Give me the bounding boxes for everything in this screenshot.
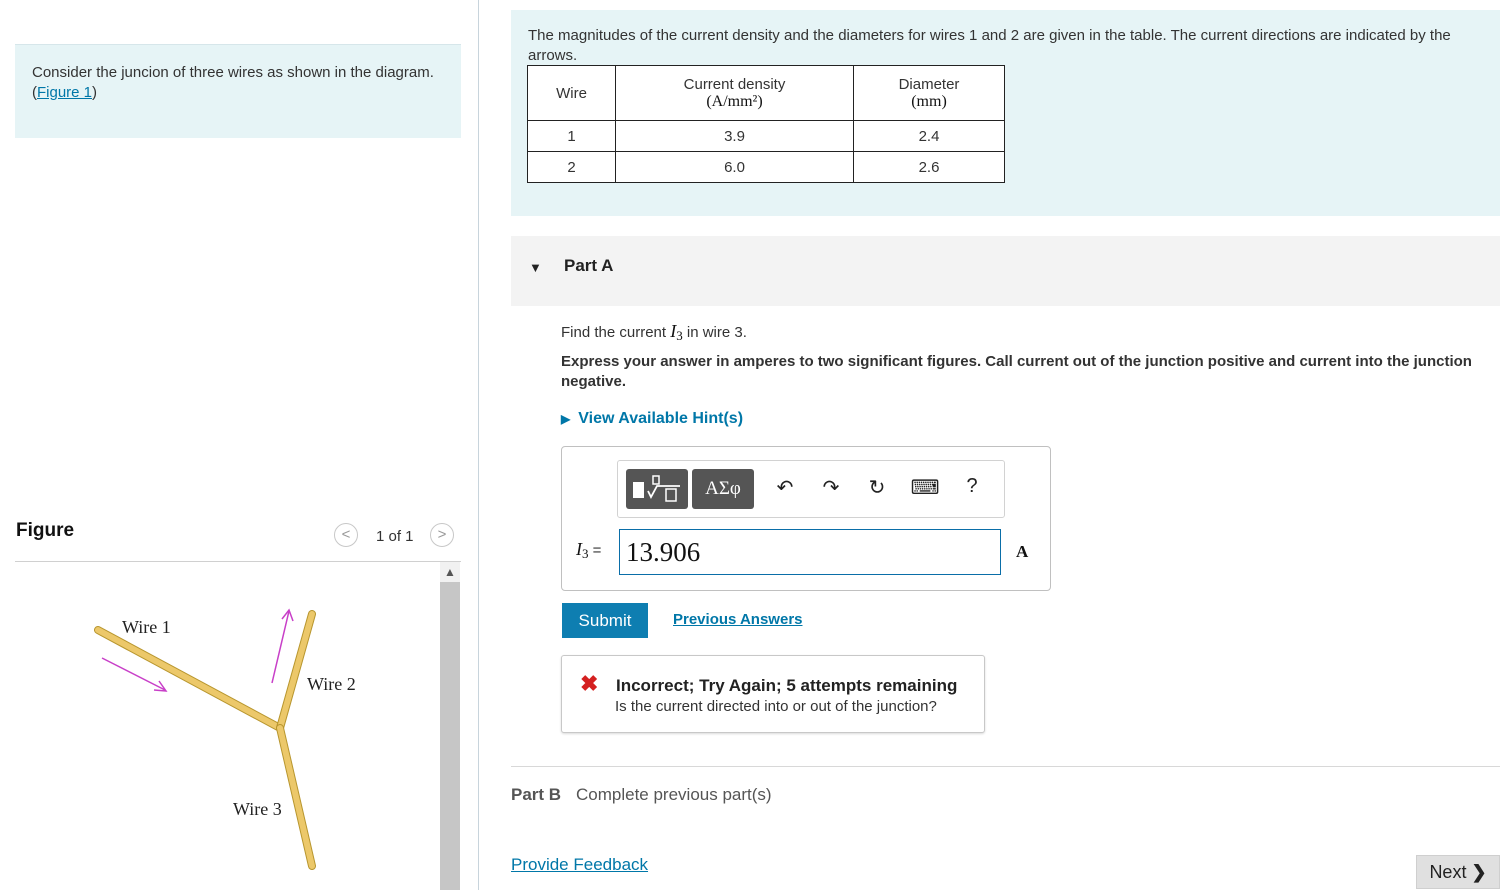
next-label: Next	[1429, 862, 1467, 882]
problem-statement: The magnitudes of the current density an…	[511, 10, 1500, 216]
table-cell: 2	[527, 151, 616, 183]
help-icon[interactable]: ?	[957, 475, 987, 498]
scroll-up-icon[interactable]: ▲	[440, 562, 460, 582]
greek-symbols-button[interactable]: ΑΣφ	[692, 469, 754, 509]
figure-counter: 1 of 1	[376, 528, 414, 545]
chevron-left-icon: <	[341, 526, 351, 543]
figure-scrollbar[interactable]	[440, 562, 460, 890]
part-a-title: Part A	[564, 256, 614, 275]
wire-3-fill	[277, 725, 315, 869]
table-cell: 2.4	[853, 120, 1005, 152]
answer-instructions: Express your answer in amperes to two si…	[561, 353, 1472, 390]
reset-icon[interactable]: ↻	[862, 475, 892, 500]
table-header-row: Wire Current density (A/mm²) Diameter (m…	[527, 65, 1005, 121]
question-suffix: in wire 3.	[682, 324, 747, 341]
table-row: 2 6.0 2.6	[527, 151, 1005, 183]
table-cell: 6.0	[615, 151, 854, 183]
figure-link[interactable]: Figure 1	[37, 84, 92, 101]
feedback-title: Incorrect; Try Again; 5 attempts remaini…	[616, 676, 958, 695]
intro-text: Consider the juncion of three wires as s…	[32, 63, 442, 103]
question-prefix: Find the current	[561, 324, 671, 341]
header-diameter-label: Diameter	[898, 75, 960, 93]
sqrt-template-icon	[633, 475, 680, 502]
answer-panel: ΑΣφ ↶ ↷ ↻ ⌨ ? I3 = 13.906 A	[561, 446, 1051, 591]
redo-icon[interactable]: ↷	[816, 475, 846, 500]
keyboard-icon[interactable]: ⌨	[910, 475, 940, 500]
collapse-caret-icon[interactable]: ▼	[529, 260, 542, 275]
wire-3-label: Wire 3	[233, 799, 282, 819]
part-b-label: Part B	[511, 785, 562, 804]
question-variable: I3	[670, 321, 683, 343]
part-b-divider	[511, 766, 1500, 767]
part-a-header[interactable]: ▼ Part A	[511, 236, 1500, 306]
feedback-box: ✖ Incorrect; Try Again; 5 attempts remai…	[561, 655, 985, 733]
answer-equals: =	[588, 542, 602, 559]
header-diameter: Diameter (mm)	[853, 65, 1005, 121]
problem-text: The magnitudes of the current density an…	[528, 27, 1451, 64]
table-cell: 3.9	[615, 120, 854, 152]
answer-label: I3 =	[576, 539, 601, 562]
figure-divider	[15, 561, 461, 562]
table-cell: 2.6	[853, 151, 1005, 183]
question-text: Find the current I3 in wire 3.	[561, 321, 747, 344]
header-current-density: Current density (A/mm²)	[615, 65, 854, 121]
wire-2-label: Wire 2	[307, 674, 356, 694]
answer-input[interactable]: 13.906	[619, 529, 1001, 575]
figure-title: Figure	[16, 520, 75, 541]
template-button[interactable]	[626, 469, 688, 509]
chevron-right-icon: >	[437, 526, 447, 543]
part-b-status: Complete previous part(s)	[576, 785, 772, 804]
chevron-right-icon: ❯	[1471, 862, 1487, 882]
data-table: Wire Current density (A/mm²) Diameter (m…	[527, 65, 1005, 183]
header-wire: Wire	[527, 65, 616, 121]
incorrect-icon: ✖	[580, 671, 599, 696]
wire-1-fill	[95, 627, 283, 731]
header-diameter-unit: (mm)	[911, 92, 947, 110]
answer-unit: A	[1016, 542, 1029, 561]
header-wire-label: Wire	[556, 84, 587, 102]
wire-2-current-arrow	[271, 610, 290, 684]
previous-answers-link[interactable]: Previous Answers	[673, 611, 803, 628]
table-row: 1 3.9 2.4	[527, 120, 1005, 152]
math-toolbar: ΑΣφ ↶ ↷ ↻ ⌨ ?	[617, 460, 1005, 518]
wire-1-label: Wire 1	[122, 617, 171, 637]
undo-icon[interactable]: ↶	[770, 475, 800, 500]
view-hints-label: View Available Hint(s)	[578, 410, 744, 427]
column-divider	[478, 0, 479, 890]
next-figure-button[interactable]: >	[430, 523, 454, 547]
provide-feedback-link[interactable]: Provide Feedback	[511, 855, 648, 875]
header-current-density-unit: (A/mm²)	[706, 92, 763, 110]
submit-button[interactable]: Submit	[562, 603, 648, 638]
header-current-density-label: Current density	[683, 75, 786, 93]
table-cell: 1	[527, 120, 616, 152]
feedback-message: Is the current directed into or out of t…	[615, 698, 937, 715]
prev-figure-button[interactable]: <	[334, 523, 358, 547]
view-hints-toggle[interactable]: ▶ View Available Hint(s)	[561, 410, 743, 428]
next-button[interactable]: Next ❯	[1416, 855, 1500, 889]
intro-box: Consider the juncion of three wires as s…	[15, 44, 461, 138]
expand-caret-icon: ▶	[561, 412, 571, 426]
wire-junction-diagram: Wire 1 Wire 2 Wire 3	[94, 608, 356, 870]
intro-text-close: )	[92, 84, 98, 101]
